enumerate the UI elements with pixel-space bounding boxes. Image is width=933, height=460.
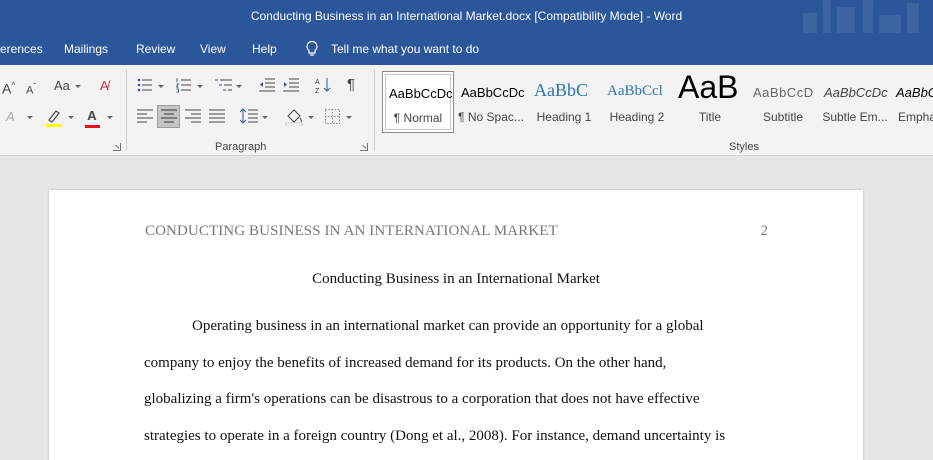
multilevel-list-dropdown[interactable]: [236, 85, 242, 88]
decrease-indent-icon[interactable]: [259, 77, 275, 97]
group-separator: [374, 69, 375, 151]
clear-formatting-icon[interactable]: A̸: [100, 78, 109, 94]
font-dialog-launcher[interactable]: [113, 143, 121, 151]
text-effects-dropdown[interactable]: [27, 116, 33, 119]
paragraph-group-label: Paragraph: [215, 141, 267, 153]
numbering-dropdown[interactable]: [197, 85, 203, 88]
tell-me-label: Tell me what you want to do: [331, 41, 480, 56]
tab-references[interactable]: erences: [0, 42, 43, 56]
title-bar-decoration: [793, 0, 933, 33]
bullets-icon[interactable]: [137, 77, 153, 97]
shrink-font-icon[interactable]: Aˇ: [26, 79, 36, 99]
title-bar: Conducting Business in an International …: [0, 0, 933, 33]
show-formatting-marks-icon[interactable]: ¶: [347, 77, 355, 93]
justify-icon[interactable]: [209, 109, 225, 127]
borders-dropdown[interactable]: [346, 116, 352, 119]
align-center-icon[interactable]: [161, 109, 177, 127]
align-left-icon[interactable]: [137, 109, 153, 127]
font-color-icon[interactable]: A: [85, 108, 100, 128]
increase-indent-icon[interactable]: [283, 77, 299, 97]
tab-review[interactable]: Review: [136, 42, 175, 56]
style-heading-2[interactable]: AaBbCcl Heading 2: [601, 71, 673, 133]
style-sample: AaB: [678, 71, 739, 105]
ribbon-tabs: erences Mailings Review View Help Tell m…: [0, 33, 933, 65]
style-name: Title: [698, 110, 722, 124]
group-separator: [126, 69, 127, 151]
document-canvas[interactable]: CONDUCTING BUSINESS IN AN INTERNATIONAL …: [0, 156, 933, 460]
tab-mailings[interactable]: Mailings: [64, 42, 108, 56]
shading-icon[interactable]: [285, 108, 303, 130]
grow-font-icon[interactable]: A^: [2, 78, 15, 97]
document-title: Conducting Business in an International …: [312, 271, 600, 287]
style-sample: AaBbCcDc: [824, 85, 888, 100]
multilevel-list-icon[interactable]: [215, 77, 233, 97]
borders-icon[interactable]: [325, 109, 340, 128]
paragraph-line: Operating business in an international m…: [192, 318, 704, 334]
style-name: ¶ No Spac...: [458, 110, 524, 124]
shading-dropdown[interactable]: [308, 116, 314, 119]
text-effects-icon[interactable]: A: [6, 109, 15, 125]
sort-icon[interactable]: AZ: [315, 76, 331, 98]
paragraph-line: strategies to operate in a foreign count…: [144, 428, 726, 445]
highlight-icon[interactable]: [45, 108, 63, 132]
align-right-icon[interactable]: [185, 109, 201, 127]
paragraph-line: company to enjoy the benefits of increas…: [144, 354, 667, 371]
body-paragraph[interactable]: Operating business in an international m…: [144, 318, 768, 460]
lightbulb-icon: [305, 40, 319, 57]
style-sample: AaBbCcl: [607, 83, 663, 99]
style-name: Heading 1: [536, 110, 592, 124]
style-normal[interactable]: AaBbCcDc ¶ Normal: [382, 71, 454, 133]
tell-me-search[interactable]: Tell me what you want to do: [305, 40, 479, 57]
line-spacing-dropdown[interactable]: [262, 116, 268, 119]
style-name: Subtle Em...: [822, 110, 888, 124]
paragraph-line: globalizing a firm's operations can be d…: [144, 391, 700, 408]
style-title[interactable]: AaB Title: [674, 71, 746, 133]
bullets-dropdown[interactable]: [158, 85, 164, 88]
paragraph-dialog-launcher[interactable]: [360, 143, 368, 151]
style-name: Subtitle: [762, 110, 804, 124]
font-color-dropdown[interactable]: [107, 116, 113, 119]
line-spacing-icon[interactable]: [239, 108, 258, 128]
style-name: Empha: [898, 110, 933, 124]
change-case-icon[interactable]: Aa: [54, 78, 70, 94]
style-no-spacing[interactable]: AaBbCcDc ¶ No Spac...: [455, 71, 527, 133]
style-sample: AaBbC: [534, 80, 588, 100]
svg-text:A: A: [315, 79, 320, 86]
style-sample: AaBbCc: [896, 85, 933, 100]
running-header: CONDUCTING BUSINESS IN AN INTERNATIONAL …: [145, 223, 558, 239]
style-name: Heading 2: [609, 110, 665, 124]
style-subtitle[interactable]: AaBbCcD Subtitle: [747, 71, 819, 133]
style-heading-1[interactable]: AaBbC Heading 1: [528, 71, 600, 133]
highlight-dropdown[interactable]: [68, 116, 74, 119]
tab-help[interactable]: Help: [252, 42, 277, 56]
ribbon: A^ Aˇ Aa A̸ A A AZ ¶ Paragraph AaBbCcDc …: [0, 65, 933, 156]
page-number: 2: [760, 223, 769, 239]
tab-view[interactable]: View: [200, 42, 226, 56]
numbering-icon[interactable]: [175, 77, 192, 97]
change-case-dropdown[interactable]: [75, 85, 81, 88]
style-sample: AaBbCcD: [753, 85, 814, 100]
style-name: ¶ Normal: [393, 111, 443, 125]
styles-gallery: AaBbCcDc ¶ Normal AaBbCcDc ¶ No Spac... …: [382, 71, 933, 133]
style-sample: AaBbCcDc: [461, 85, 525, 100]
styles-group-label: Styles: [729, 141, 759, 153]
svg-text:Z: Z: [315, 88, 320, 94]
style-sample: AaBbCcDc: [389, 86, 453, 101]
document-page[interactable]: CONDUCTING BUSINESS IN AN INTERNATIONAL …: [49, 190, 863, 460]
style-subtle-emphasis[interactable]: AaBbCcDc Subtle Em...: [818, 71, 892, 133]
style-emphasis[interactable]: AaBbCc Empha: [892, 71, 933, 133]
